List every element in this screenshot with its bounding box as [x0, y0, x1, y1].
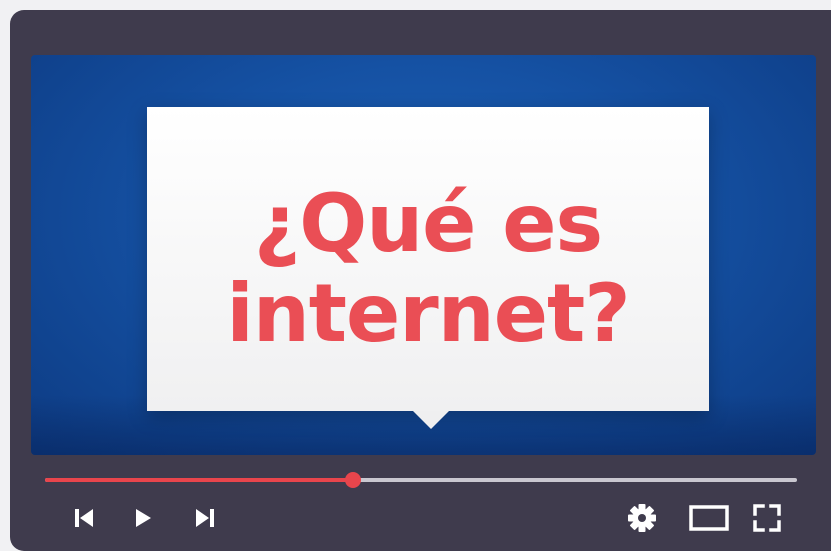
gear-icon	[628, 504, 656, 532]
video-screen[interactable]: ¿Qué es internet?	[31, 55, 816, 455]
title-line-1: ¿Qué es	[253, 177, 603, 270]
title-line-2: internet?	[226, 267, 630, 360]
settings-button[interactable]	[622, 498, 662, 538]
theater-mode-button[interactable]	[686, 498, 732, 538]
play-button[interactable]	[123, 498, 163, 538]
theater-mode-icon	[689, 505, 729, 531]
skip-forward-icon	[196, 509, 214, 527]
fullscreen-button[interactable]	[747, 498, 787, 538]
speech-bubble: ¿Qué es internet?	[147, 107, 709, 411]
progress-bar[interactable]	[45, 472, 797, 488]
progress-played	[45, 478, 354, 482]
video-player: ¿Qué es internet?	[10, 10, 831, 551]
next-button[interactable]	[185, 498, 225, 538]
control-bar	[10, 458, 831, 551]
progress-scrubber[interactable]	[345, 472, 362, 488]
play-icon	[136, 509, 151, 527]
fullscreen-icon	[753, 504, 781, 532]
speech-bubble-tail	[413, 411, 449, 429]
skip-back-icon	[75, 509, 93, 527]
video-title: ¿Qué es internet?	[147, 179, 709, 359]
previous-button[interactable]	[64, 498, 104, 538]
